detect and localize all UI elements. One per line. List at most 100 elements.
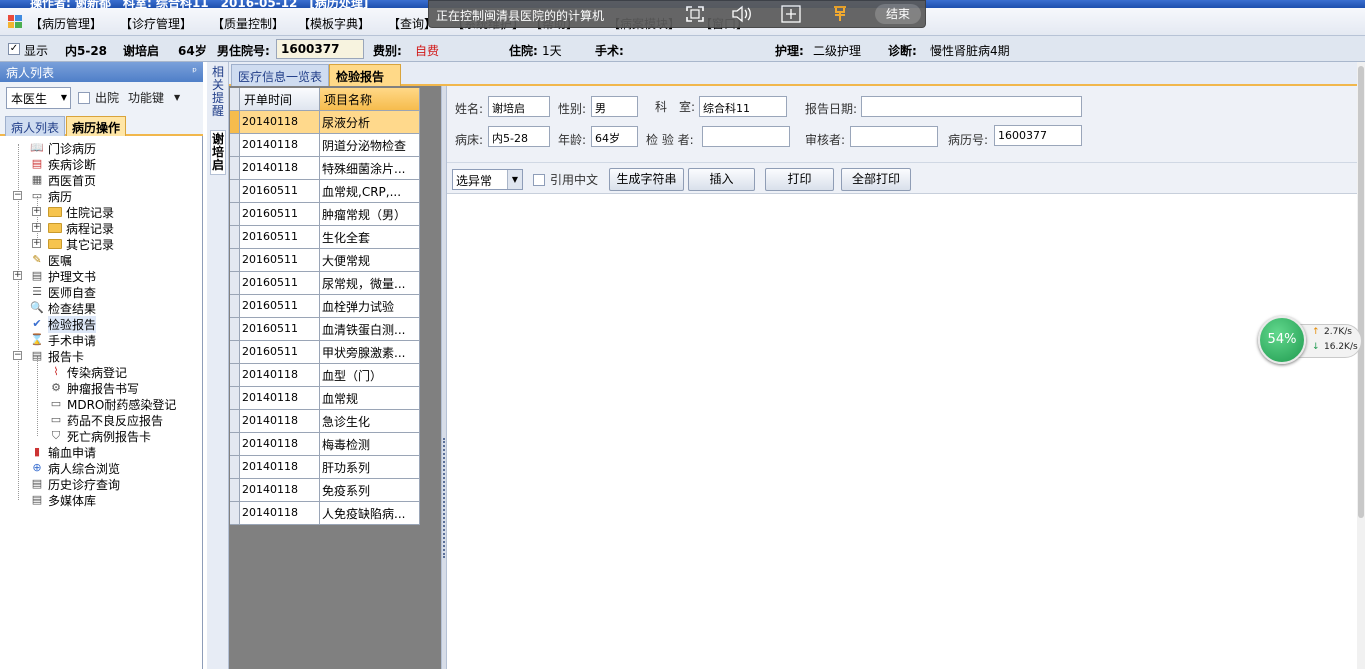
cell-item-name[interactable]: 血清铁蛋白测... — [320, 318, 420, 341]
collapse-icon[interactable]: − — [13, 191, 22, 200]
tree-item-front-page[interactable]: ▦ 西医首页 — [30, 172, 96, 188]
tab-medical-overview[interactable]: 医疗信息一览表 — [231, 64, 330, 86]
department-field[interactable]: 综合科11 — [699, 96, 787, 117]
tree-item-mdro[interactable]: ▭ MDRO耐药感染登记 — [49, 396, 177, 412]
tab-record-operations[interactable]: 病历操作 — [66, 116, 127, 136]
cell-item-name[interactable]: 尿液分析 — [320, 111, 420, 134]
cell-date[interactable]: 20160511 — [240, 341, 320, 364]
table-row[interactable]: 20140118 尿液分析 — [230, 111, 420, 134]
fullscreen-icon[interactable] — [685, 5, 705, 27]
expand-icon[interactable]: + — [32, 207, 41, 216]
cell-item-name[interactable]: 甲状旁腺激素... — [320, 341, 420, 364]
table-row[interactable]: 20140118 特殊细菌涂片... — [230, 157, 420, 180]
show-checkbox[interactable]: ✓ — [8, 43, 20, 55]
tree-item-admission-records[interactable]: + 住院记录 — [32, 204, 114, 220]
row-indicator[interactable] — [230, 134, 240, 157]
row-indicator[interactable] — [230, 433, 240, 456]
table-row[interactable]: 20160511 血清铁蛋白测... — [230, 318, 420, 341]
table-row[interactable]: 20140118 人免疫缺陷病... — [230, 502, 420, 525]
cell-date[interactable]: 20140118 — [240, 479, 320, 502]
row-indicator[interactable] — [230, 456, 240, 479]
tab-lab-report[interactable]: 检验报告 — [329, 64, 402, 86]
cell-date[interactable]: 20160511 — [240, 226, 320, 249]
table-row[interactable]: 20140118 免疫系列 — [230, 479, 420, 502]
admission-number-field[interactable]: 1600377 — [276, 39, 364, 59]
cell-date[interactable]: 20160511 — [240, 272, 320, 295]
tab-patient-name[interactable]: 谢培启 — [210, 130, 226, 175]
tree-item-media[interactable]: ▤ 多媒体库 — [30, 492, 96, 508]
cell-date[interactable]: 20140118 — [240, 134, 320, 157]
menu-item-records[interactable]: 【病历管理】 — [30, 15, 102, 32]
tree-item-tumor-report[interactable]: ⚙ 肿瘤报告书写 — [49, 380, 139, 396]
tab-related-reminders[interactable]: 相关提醒 — [210, 66, 226, 118]
cell-date[interactable]: 20140118 — [240, 111, 320, 134]
table-row[interactable]: 20160511 血栓弹力试验 — [230, 295, 420, 318]
row-indicator[interactable] — [230, 272, 240, 295]
cell-item-name[interactable]: 大便常规 — [320, 249, 420, 272]
cell-item-name[interactable]: 梅毒检测 — [320, 433, 420, 456]
menu-item-quality[interactable]: 【质量控制】 — [212, 15, 284, 32]
age-field[interactable]: 64岁 — [591, 126, 638, 147]
bed-field[interactable]: 内5-28 — [488, 126, 550, 147]
tree-item-nursing[interactable]: + ▤ 护理文书 — [13, 268, 96, 284]
table-row[interactable]: 20160511 大便常规 — [230, 249, 420, 272]
tree-item-self-check[interactable]: ☰ 医师自查 — [30, 284, 96, 300]
tree-item-surgery-request[interactable]: ⌛ 手术申请 — [30, 332, 96, 348]
tree-item-death-report[interactable]: ⛉ 死亡病例报告卡 — [49, 428, 151, 444]
menu-item-treatment[interactable]: 【诊疗管理】 — [120, 15, 192, 32]
report-content-area[interactable] — [447, 194, 1357, 669]
end-session-button[interactable]: 结束 — [875, 4, 921, 24]
cell-date[interactable]: 20160511 — [240, 203, 320, 226]
reviewer-field[interactable] — [850, 126, 938, 147]
cell-item-name[interactable]: 人免疫缺陷病... — [320, 502, 420, 525]
table-row[interactable]: 20140118 阴道分泌物检查 — [230, 134, 420, 157]
table-row[interactable]: 20160511 血常规,CRP,... — [230, 180, 420, 203]
tree-item-lab-report[interactable]: ✔ 检验报告 — [30, 315, 97, 333]
examiner-field[interactable] — [702, 126, 790, 147]
cell-item-name[interactable]: 肿瘤常规（男） — [320, 203, 420, 226]
cell-item-name[interactable]: 血栓弹力试验 — [320, 295, 420, 318]
tree-item-other-records[interactable]: + 其它记录 — [32, 236, 114, 252]
cell-date[interactable]: 20140118 — [240, 433, 320, 456]
tree-item-outpatient[interactable]: 📖 门诊病历 — [30, 140, 96, 156]
row-indicator[interactable] — [230, 295, 240, 318]
cell-item-name[interactable]: 生化全套 — [320, 226, 420, 249]
table-row[interactable]: 20160511 生化全套 — [230, 226, 420, 249]
cell-item-name[interactable]: 特殊细菌涂片... — [320, 157, 420, 180]
pin-icon[interactable] — [831, 5, 849, 27]
table-row[interactable]: 20140118 肝功系列 — [230, 456, 420, 479]
row-indicator[interactable] — [230, 157, 240, 180]
cite-chinese-checkbox[interactable] — [533, 174, 545, 186]
print-all-button[interactable]: 全部打印 — [841, 168, 911, 191]
row-indicator[interactable] — [230, 203, 240, 226]
tree-item-progress-records[interactable]: + 病程记录 — [32, 220, 114, 236]
row-indicator[interactable] — [230, 410, 240, 433]
cell-item-name[interactable]: 免疫系列 — [320, 479, 420, 502]
table-row[interactable]: 20160511 肿瘤常规（男） — [230, 203, 420, 226]
row-indicator[interactable] — [230, 341, 240, 364]
row-indicator[interactable] — [230, 180, 240, 203]
expand-icon[interactable]: + — [13, 271, 22, 280]
expand-icon[interactable]: + — [32, 223, 41, 232]
discharge-checkbox[interactable] — [78, 92, 90, 104]
row-indicator[interactable] — [230, 479, 240, 502]
abnormal-select[interactable]: 选异常 ▼ — [452, 169, 523, 190]
cell-item-name[interactable]: 血型（门） — [320, 364, 420, 387]
cell-item-name[interactable]: 肝功系列 — [320, 456, 420, 479]
row-indicator[interactable] — [230, 364, 240, 387]
tree-item-adverse-drug[interactable]: ▭ 药品不良反应报告 — [49, 412, 163, 428]
tree-item-overview[interactable]: ⊕ 病人综合浏览 — [30, 460, 120, 476]
tree-item-report-card[interactable]: − ▤ 报告卡 — [13, 348, 84, 364]
gender-field[interactable]: 男 — [591, 96, 638, 117]
cell-date[interactable]: 20140118 — [240, 502, 320, 525]
pin-panel-icon[interactable]: ᵖ — [192, 65, 197, 78]
cell-date[interactable]: 20160511 — [240, 318, 320, 341]
cell-item-name[interactable]: 尿常规，微量... — [320, 272, 420, 295]
cell-date[interactable]: 20140118 — [240, 456, 320, 479]
record-number-field[interactable]: 1600377 — [994, 125, 1082, 146]
cell-date[interactable]: 20160511 — [240, 180, 320, 203]
window-icon[interactable] — [781, 5, 801, 27]
cell-item-name[interactable]: 急诊生化 — [320, 410, 420, 433]
cell-item-name[interactable]: 血常规,CRP,... — [320, 180, 420, 203]
name-field[interactable]: 谢培启 — [488, 96, 550, 117]
